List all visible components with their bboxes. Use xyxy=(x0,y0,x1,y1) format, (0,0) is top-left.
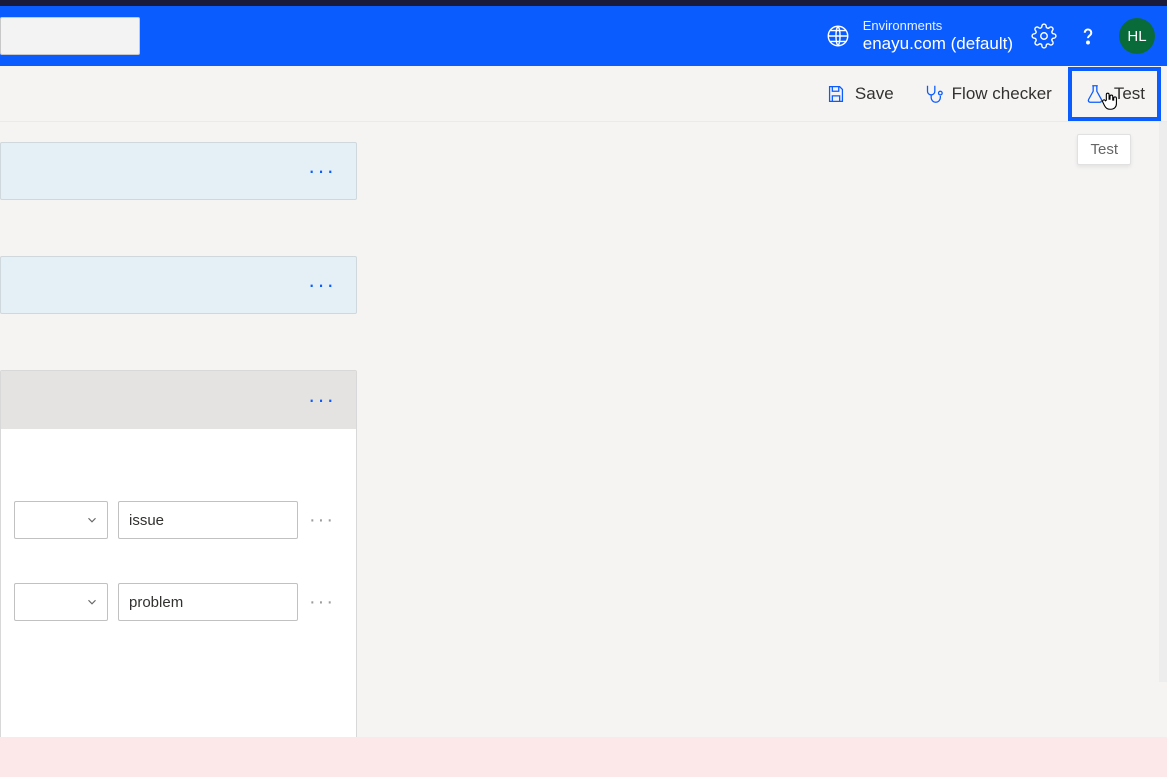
toolbar: Save Flow checker Test Test xyxy=(0,66,1167,122)
condition-value-input[interactable] xyxy=(118,501,298,539)
flask-icon xyxy=(1084,83,1106,105)
error-bar xyxy=(0,737,1167,777)
save-label: Save xyxy=(855,84,894,104)
chevron-down-icon xyxy=(85,595,99,609)
environment-text: Environments enayu.com (default) xyxy=(863,18,1013,54)
stethoscope-icon xyxy=(922,83,944,105)
test-label: Test xyxy=(1114,84,1145,104)
search-input[interactable] xyxy=(0,17,140,55)
globe-icon xyxy=(825,23,851,49)
chevron-down-icon xyxy=(85,513,99,527)
row-menu-icon[interactable]: ··· xyxy=(308,591,336,614)
save-icon xyxy=(825,83,847,105)
settings-icon[interactable] xyxy=(1031,23,1057,49)
step-menu-icon[interactable]: ··· xyxy=(308,272,336,298)
environment-picker[interactable]: Environments enayu.com (default) xyxy=(825,18,1013,54)
flow-canvas: ··· ··· ··· ··· ··· xyxy=(0,122,1167,777)
condition-value-input[interactable] xyxy=(118,583,298,621)
environment-label: Environments xyxy=(863,18,1013,34)
row-menu-icon[interactable]: ··· xyxy=(308,509,336,532)
operator-dropdown[interactable] xyxy=(14,501,108,539)
condition-body: ··· ··· xyxy=(1,429,356,755)
condition-header[interactable]: ··· xyxy=(1,371,356,429)
app-header: Environments enayu.com (default) HL xyxy=(0,6,1167,66)
condition-row: ··· xyxy=(1,583,336,621)
flow-checker-label: Flow checker xyxy=(952,84,1052,104)
condition-menu-icon[interactable]: ··· xyxy=(308,387,336,413)
header-right: Environments enayu.com (default) HL xyxy=(825,18,1155,54)
scrollbar[interactable] xyxy=(1159,122,1167,682)
step-menu-icon[interactable]: ··· xyxy=(308,158,336,184)
test-button[interactable]: Test xyxy=(1068,67,1161,121)
environment-value: enayu.com (default) xyxy=(863,34,1013,54)
condition-card: ··· ··· ··· xyxy=(0,370,357,756)
operator-dropdown[interactable] xyxy=(14,583,108,621)
save-button[interactable]: Save xyxy=(813,75,906,113)
flow-step-1[interactable]: ··· xyxy=(0,142,357,200)
help-icon[interactable] xyxy=(1075,23,1101,49)
avatar[interactable]: HL xyxy=(1119,18,1155,54)
flow-step-2[interactable]: ··· xyxy=(0,256,357,314)
condition-row: ··· xyxy=(1,501,336,539)
flow-checker-button[interactable]: Flow checker xyxy=(910,75,1064,113)
